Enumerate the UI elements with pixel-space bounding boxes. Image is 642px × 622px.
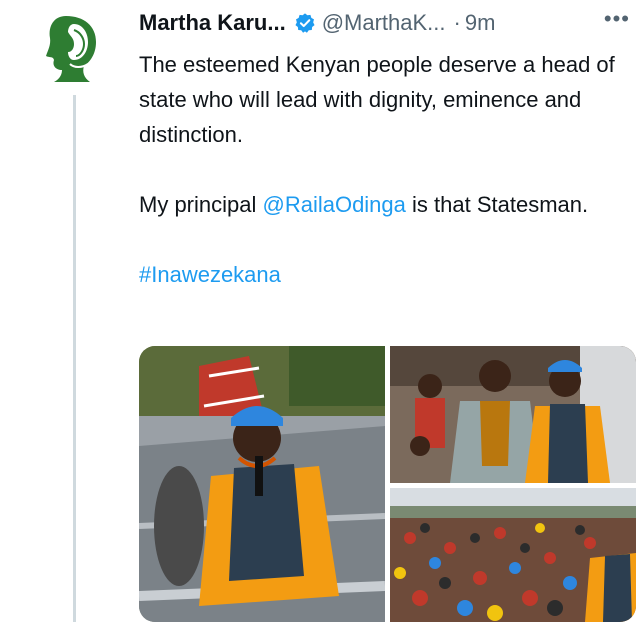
tweet-text: The esteemed Kenyan people deserve a hea… (139, 47, 619, 292)
portrait-logo-icon (46, 16, 96, 82)
photo-rally-speaker[interactable] (139, 346, 385, 622)
tweet-paragraph-3: #Inawezekana (139, 257, 619, 292)
avatar[interactable] (44, 12, 102, 84)
paragraph-2-prefix: My principal (139, 192, 263, 217)
verified-badge-icon (295, 13, 315, 33)
timestamp[interactable]: 9m (465, 10, 496, 36)
tweet-header: Martha Karu... @MarthaK... · 9m (139, 8, 634, 38)
photo-group-standing[interactable] (390, 346, 636, 483)
more-dots-icon[interactable]: ••• (604, 6, 630, 32)
display-name[interactable]: Martha Karu... (139, 10, 286, 36)
separator: · (453, 10, 461, 35)
hashtag-link[interactable]: #Inawezekana (139, 262, 281, 287)
media-grid (139, 346, 636, 622)
tweet-paragraph-1: The esteemed Kenyan people deserve a hea… (139, 52, 615, 147)
photo-crowd[interactable] (390, 488, 636, 622)
handle[interactable]: @MarthaK... (322, 10, 446, 36)
mention-link[interactable]: @RailaOdinga (262, 192, 405, 217)
paragraph-2-suffix: is that Statesman. (405, 192, 589, 217)
tweet-paragraph-2: My principal @RailaOdinga is that States… (139, 187, 619, 222)
thread-line (73, 95, 76, 622)
